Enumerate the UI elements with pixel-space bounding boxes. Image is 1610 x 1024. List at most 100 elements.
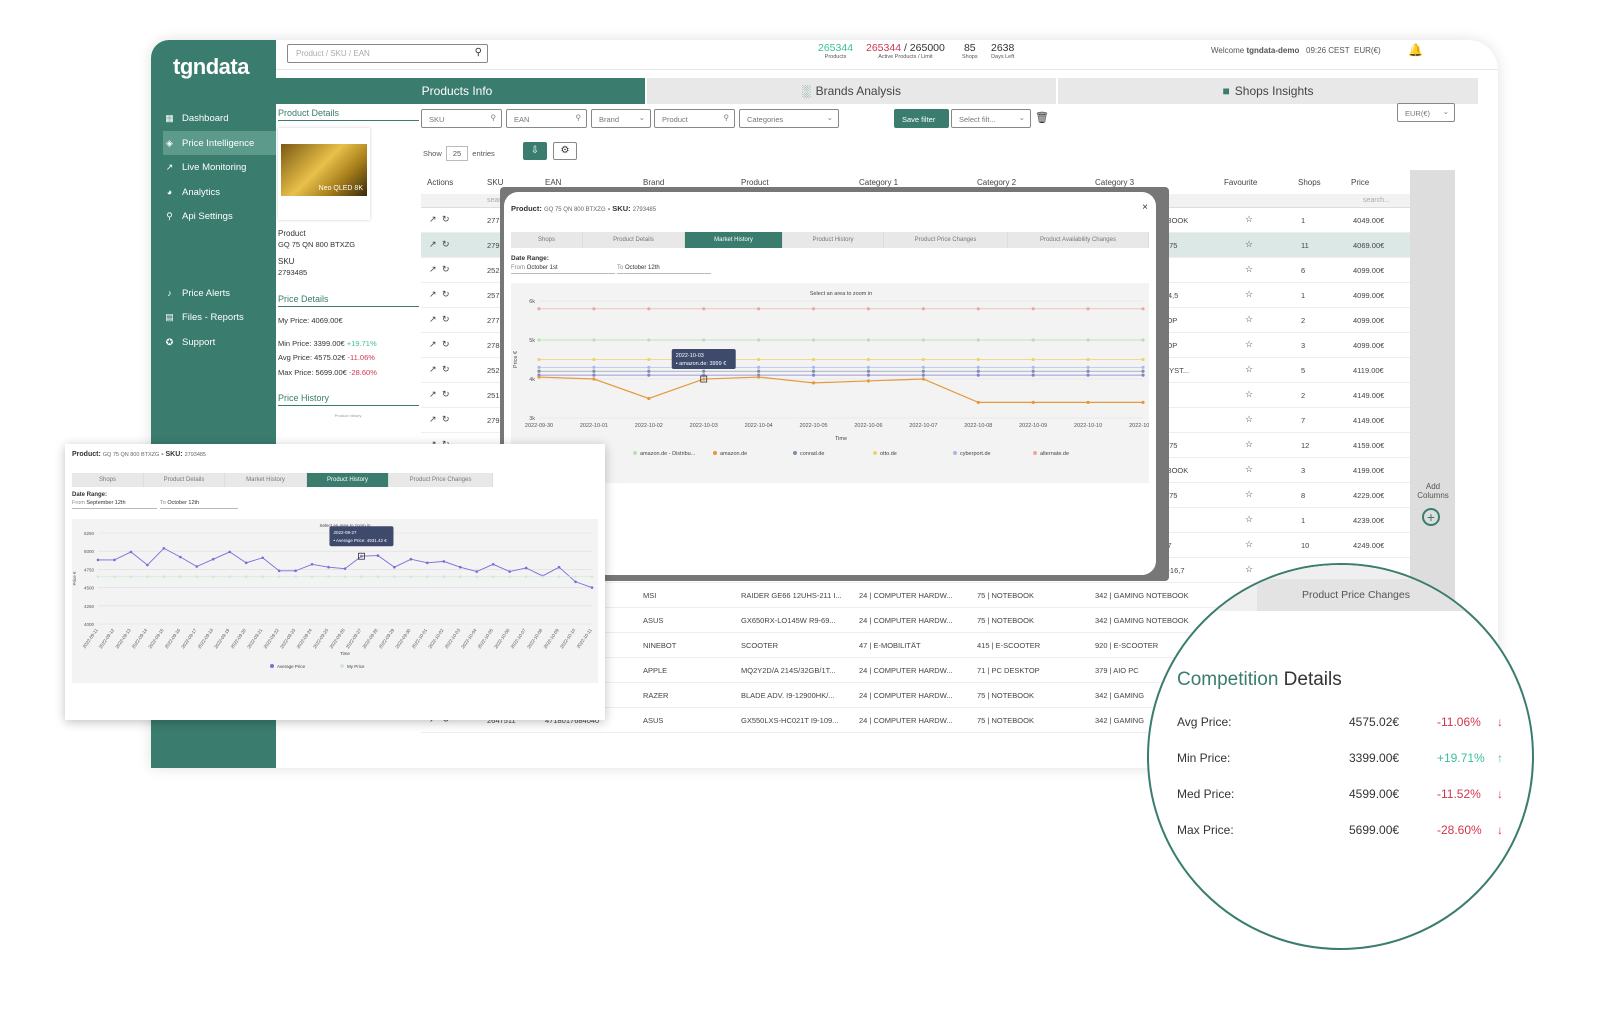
sidebar-item-price-intelligence[interactable]: ◈ Price Intelligence [163,131,276,155]
sidebar-item-api-settings[interactable]: ⚲ Api Settings [163,204,276,228]
data-point[interactable] [458,565,462,569]
data-point[interactable] [811,381,816,385]
data-point[interactable] [647,396,651,401]
data-point[interactable] [1086,307,1090,311]
data-point[interactable] [491,575,495,578]
data-point[interactable] [524,566,528,570]
column-header[interactable]: Category 3 [1095,178,1134,187]
data-point[interactable] [1031,307,1035,311]
data-point[interactable] [537,338,541,342]
legend-label[interactable]: My Price [347,664,365,669]
legend-label[interactable]: cyberport.de [960,451,991,457]
column-header[interactable]: Price [1351,178,1369,187]
data-point[interactable] [162,575,166,578]
data-point[interactable] [195,565,199,568]
data-point[interactable] [976,400,980,404]
data-point[interactable] [976,369,980,373]
sidebar-item-analytics[interactable]: ◕ Analytics [163,180,276,204]
data-point[interactable] [537,357,541,362]
legend-label[interactable]: otto.de [880,451,897,457]
data-point[interactable] [811,357,816,362]
star-icon[interactable]: ☆ [1245,314,1253,325]
data-point[interactable] [647,365,651,369]
trash-icon[interactable]: 🗑 [1035,111,1049,124]
legend-marker[interactable] [793,451,797,455]
close-icon[interactable]: × [1142,202,1148,213]
data-point[interactable] [524,575,528,578]
data-point[interactable] [592,307,596,311]
data-point[interactable] [811,307,816,311]
save-filter-button[interactable]: Save filter [894,109,949,128]
product-filter[interactable]: Product ⚲ [654,109,735,128]
tab-shops-insights[interactable]: ■ Shops Insights [1058,78,1478,104]
data-point[interactable] [1141,357,1145,362]
legend-label[interactable]: conrad.de [800,451,824,457]
column-header[interactable]: Actions [427,178,453,187]
data-point[interactable] [96,558,100,562]
sidebar-item-files-reports[interactable]: ▤ Files - Reports [163,305,276,329]
data-point[interactable] [310,563,314,566]
data-point[interactable] [921,357,925,362]
data-point[interactable] [537,307,541,311]
legend-label[interactable]: Average Price [277,664,306,669]
search-icon[interactable]: ⚲ [475,47,482,58]
data-point[interactable] [976,357,980,362]
star-icon[interactable]: ☆ [1245,239,1253,250]
data-point[interactable] [1031,400,1035,404]
market-chart-area[interactable]: Select an area to zoom in 3k 4k 5k 6k Price €… [511,283,1157,483]
data-point[interactable] [162,546,166,550]
date-to-input[interactable]: To October 12th [617,265,711,274]
star-icon[interactable]: ☆ [1245,489,1253,500]
categories-filter[interactable]: Categories ⌄ [739,109,839,128]
edit-icon[interactable]: ↗ [429,364,437,375]
sidebar-item-dashboard[interactable]: ▦ Dashboard [163,106,276,130]
edit-icon[interactable]: ↗ [429,289,437,300]
refresh-icon[interactable]: ↻ [442,414,450,425]
data-point[interactable] [1086,369,1090,373]
tab-products-info[interactable]: Products Info [269,78,645,104]
modal-tab-market-history[interactable]: Market History [685,232,783,248]
data-point[interactable] [146,563,149,567]
data-point[interactable] [1031,369,1035,373]
data-point[interactable] [921,365,925,369]
data-point[interactable] [590,586,594,589]
star-icon[interactable]: ☆ [1245,514,1253,525]
data-point[interactable] [866,365,871,369]
data-point[interactable] [574,575,577,578]
data-point[interactable] [426,561,429,565]
data-point[interactable] [475,570,479,573]
data-point[interactable] [179,555,182,559]
edit-icon[interactable]: ↗ [429,214,437,225]
data-point[interactable] [647,357,651,362]
data-point[interactable] [393,575,396,578]
legend-marker[interactable] [633,451,637,455]
data-point[interactable] [146,575,149,578]
date-from-input-2[interactable]: From September 12th [72,500,157,509]
star-icon[interactable]: ☆ [1245,414,1253,425]
star-icon[interactable]: ☆ [1245,264,1253,275]
data-point[interactable] [1141,373,1145,377]
column-header[interactable]: Category 2 [977,178,1016,187]
edit-icon[interactable]: ↗ [429,314,437,325]
data-point[interactable] [426,575,429,578]
modal-tab-product-details[interactable]: Product Details [583,232,685,248]
column-header[interactable]: Favourite [1224,178,1257,187]
data-point[interactable] [757,357,761,362]
column-header[interactable]: Shops [1298,178,1321,187]
refresh-icon[interactable]: ↻ [442,214,450,225]
data-point[interactable] [592,369,596,373]
refresh-icon[interactable]: ↻ [442,239,450,250]
data-point[interactable] [866,307,871,311]
modal-tab-product-price-changes[interactable]: Product Price Changes [884,232,1008,248]
refresh-icon[interactable]: ↻ [442,389,450,400]
modal-tab-product-availability-changes[interactable]: Product Availability Changes [1008,232,1149,248]
data-point[interactable] [96,575,100,578]
star-icon[interactable]: ☆ [1245,289,1253,300]
data-point[interactable] [1086,373,1090,377]
modal-tab-product-price-changes[interactable]: Product Price Changes [389,473,493,487]
modal-tab-shops[interactable]: Shops [72,473,144,487]
data-point[interactable] [702,338,706,342]
data-point[interactable] [294,575,297,578]
add-column-icon[interactable]: + [1422,508,1440,526]
data-point[interactable] [592,373,596,377]
